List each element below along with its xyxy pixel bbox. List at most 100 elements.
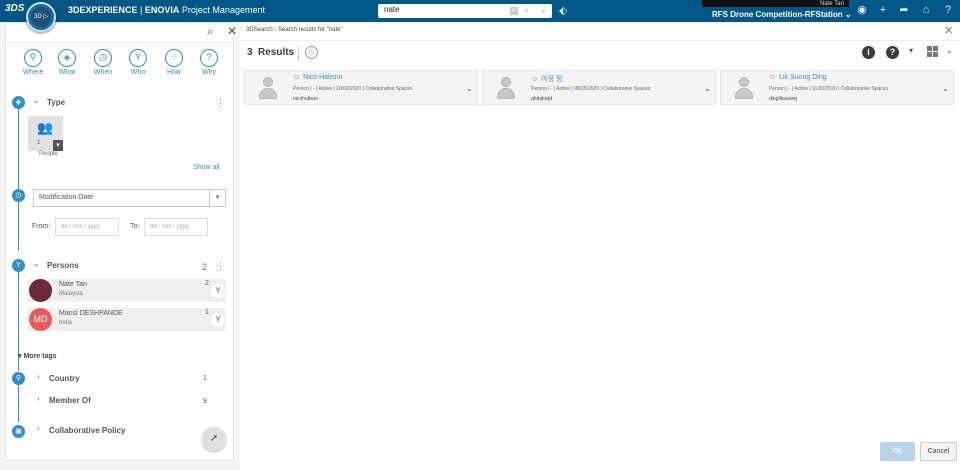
chevron-right-icon[interactable]: › <box>37 394 40 403</box>
section-menu-icon[interactable]: ⋮ <box>216 98 225 109</box>
help-icon[interactable]: ? <box>942 4 954 16</box>
collab-policy-tag[interactable]: Collaborative Policy <box>49 426 125 435</box>
share-icon[interactable]: ➦ <box>898 4 910 16</box>
type-tile-label: People <box>39 151 58 157</box>
result-meta: Person | - | Active | 10/09/2020 | Colla… <box>293 86 413 92</box>
cube-icon: ◈ <box>58 49 76 67</box>
more-tags-label: More tags <box>23 353 57 360</box>
grid-view-icon[interactable] <box>927 46 938 57</box>
filter-search-icon[interactable]: ⌕ <box>207 26 213 39</box>
chevron-down-icon[interactable]: ⌄ <box>704 84 711 93</box>
history-icon[interactable]: ◷ <box>305 46 318 59</box>
member-of-tag[interactable]: Member Of <box>49 396 91 405</box>
result-name-link[interactable]: ☺ Lik Suong Ding <box>769 74 827 81</box>
more-tags-toggle[interactable]: ▾ More tags <box>18 352 57 360</box>
result-meta: Person | - | Active | 08/25/2020 | Colla… <box>531 86 651 92</box>
home-icon[interactable]: ⌂ <box>920 4 932 16</box>
person-country: India <box>59 320 73 326</box>
tab-label: How <box>166 69 181 76</box>
section-menu-icon[interactable]: ⋮ <box>216 261 225 272</box>
dropdown-icon[interactable]: ▾ <box>53 140 63 151</box>
tab-label: What <box>58 69 76 76</box>
collab-space-selector[interactable]: RFS Drone Competition-RFStation ⌄ <box>712 10 852 19</box>
clock-icon: ◷ <box>12 189 25 202</box>
result-name: Nico Halisno <box>303 74 343 81</box>
member-of-count: 9 <box>203 398 207 405</box>
user-icon[interactable]: ◉ <box>856 4 868 16</box>
app-brand: ENOVIA <box>144 5 180 15</box>
chevron-down-icon[interactable]: ⌄ <box>33 259 40 268</box>
person-item[interactable]: MD Mansi DESHPANDE India 1 Y <box>27 308 226 331</box>
persons-section-title: Persons <box>47 261 79 270</box>
plus-icon[interactable]: + <box>877 4 889 16</box>
show-all-link[interactable]: Show all <box>193 164 219 171</box>
person-icon: ☺ <box>769 74 777 81</box>
help-icon[interactable]: ? <box>886 46 899 59</box>
search-input[interactable]: nate <box>384 5 400 14</box>
result-login: nicohalisno <box>293 96 319 102</box>
type-tile-people[interactable]: 👥 1 ▾ <box>28 116 63 151</box>
tab-why[interactable]: ? Why <box>194 49 224 76</box>
clear-search-icon[interactable]: ✕ <box>510 7 518 15</box>
ok-button[interactable]: OK <box>880 442 915 461</box>
chevron-down-icon[interactable]: ⌄ <box>946 46 953 55</box>
result-name: Lik Suong Ding <box>779 74 827 81</box>
to-date-input[interactable]: dd / mm / yyyy <box>144 218 208 236</box>
person-name: Nate Tan <box>59 281 87 288</box>
chevron-right-icon[interactable]: › <box>37 372 40 381</box>
cancel-button[interactable]: Cancel <box>920 442 957 461</box>
caret-down-icon[interactable]: ▾ <box>909 46 913 55</box>
divider <box>240 40 960 41</box>
tab-who[interactable]: Y Who <box>123 49 153 76</box>
modification-date-select[interactable]: Modification Date ▾ <box>33 189 226 207</box>
chevron-right-icon[interactable]: › <box>37 424 40 433</box>
person-filter-icon: Y <box>129 49 147 67</box>
person-icon: ☺ <box>293 74 301 81</box>
search-dropdown-icon[interactable]: ⌄ <box>540 5 547 14</box>
results-label: Results <box>258 47 295 58</box>
chevron-down-icon[interactable]: ⌄ <box>942 84 949 93</box>
close-icon[interactable]: ✕ <box>944 24 953 37</box>
tab-when[interactable]: ◷ When <box>88 49 118 76</box>
policy-icon: ▣ <box>12 425 25 438</box>
results-count: 3 <box>247 47 253 58</box>
question-icon: ? <box>200 49 218 67</box>
avatar: MD <box>29 308 52 331</box>
global-search-box[interactable]: nate ✕ ⌕ ⌄ <box>378 4 552 18</box>
tab-how[interactable]: ⁘ How <box>159 49 189 76</box>
result-card[interactable]: ☺ Nico Halisno Person | - | Active | 10/0… <box>244 70 478 105</box>
person-icon: ☺ <box>531 76 539 83</box>
search-icon[interactable]: ⌕ <box>524 5 529 16</box>
close-icon[interactable]: ✕ <box>227 24 237 38</box>
tab-where[interactable]: ⚲ Where <box>18 49 48 76</box>
result-name-link[interactable]: ☺ Nico Halisno <box>293 74 342 81</box>
result-card[interactable]: ☺ 아정 정 Person | - | Active | 08/25/2020 |… <box>482 70 716 105</box>
section-line <box>18 109 19 251</box>
chevron-down-icon[interactable]: ⌄ <box>466 84 473 93</box>
chevron-down-icon: ⌄ <box>844 10 852 19</box>
result-name-link[interactable]: ☺ 아정 정 <box>531 74 562 84</box>
person-item[interactable]: Nate Tan Malaysia 2 Y <box>27 279 226 302</box>
from-date-input[interactable]: dd / mm / yyyy <box>55 218 119 236</box>
tab-label: When <box>93 69 113 76</box>
compass-button[interactable]: 3D ▷ V,R <box>26 2 56 40</box>
person-country: Malaysia <box>59 291 83 297</box>
tag-icon[interactable]: ⬖ <box>559 4 567 17</box>
ds-logo: 3DS <box>5 3 25 14</box>
result-card[interactable]: ☺ Lik Suong Ding Person | - | Active | 11… <box>720 70 954 105</box>
result-login: qhdgkwjd <box>531 96 553 102</box>
person-avatar-icon <box>497 77 515 99</box>
chevron-down-icon[interactable]: ⌄ <box>33 96 40 105</box>
filter-icon[interactable]: Y <box>211 313 225 327</box>
tab-what[interactable]: ◈ What <box>52 49 82 76</box>
results-panel: 3DSearch - Search results for "nate" ✕ 3… <box>240 22 960 470</box>
chevron-down-icon: ▾ <box>209 190 225 206</box>
type-section-icon: ◈ <box>12 96 25 109</box>
pointer-action-icon[interactable]: ➚ <box>202 427 226 451</box>
country-tag[interactable]: Country <box>49 374 80 383</box>
divider <box>298 46 299 61</box>
clock-icon: ◷ <box>94 49 112 67</box>
filter-icon[interactable]: Y <box>211 284 225 298</box>
person-name: Mansi DESHPANDE <box>59 310 123 317</box>
info-icon[interactable]: i <box>862 46 875 59</box>
